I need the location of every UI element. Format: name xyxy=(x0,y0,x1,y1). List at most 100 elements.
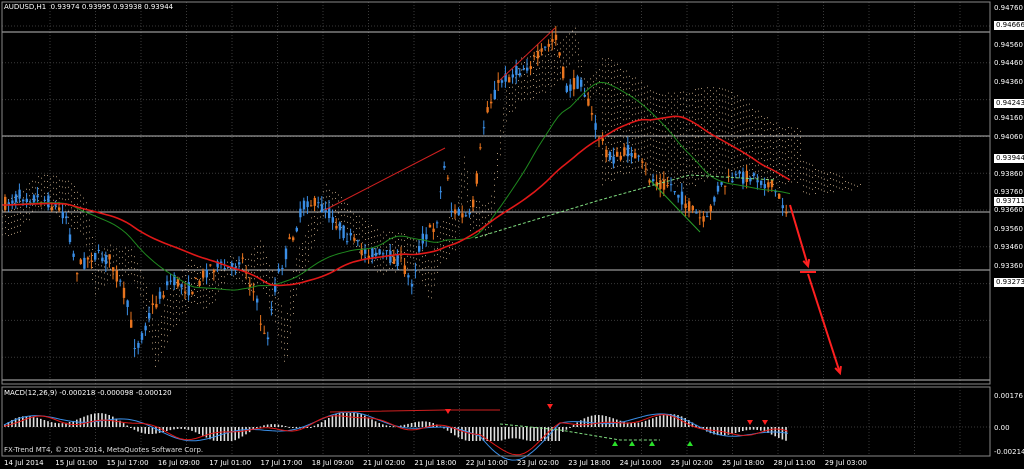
cloud-dot xyxy=(713,129,714,131)
cloud-dot xyxy=(68,222,69,224)
macd-bar xyxy=(90,414,92,427)
horizontal-levels[interactable] xyxy=(2,31,990,381)
forecast-arrows[interactable] xyxy=(789,204,842,376)
cloud-dot xyxy=(659,171,660,173)
cloud-dot xyxy=(272,306,273,308)
cloud-dot xyxy=(605,119,606,121)
price-chart[interactable] xyxy=(0,0,1024,469)
macd-bar xyxy=(320,422,323,427)
cloud-dot xyxy=(800,172,801,174)
cloud-dot xyxy=(314,234,315,236)
cloud-dot xyxy=(173,319,174,321)
macd-bar xyxy=(562,427,564,432)
cloud-dot xyxy=(695,95,696,97)
cloud-dot xyxy=(83,221,84,223)
cloud-dot xyxy=(398,238,399,240)
cloud-dot xyxy=(17,219,18,221)
cloud-dot xyxy=(191,271,192,273)
macd-bar xyxy=(482,427,485,441)
candle-body xyxy=(580,79,583,87)
cloud-dot xyxy=(689,177,690,179)
cloud-dot xyxy=(176,312,177,314)
cloud-dot xyxy=(731,109,732,111)
macd-bar xyxy=(511,427,514,439)
cloud-dot xyxy=(65,181,66,183)
cloud-dot xyxy=(470,224,471,226)
cloud-dot xyxy=(230,274,231,276)
cloud-dot xyxy=(254,278,255,280)
cloud-dot xyxy=(173,301,174,303)
ohlc-values: 0.93974 0.93995 0.93938 0.93944 xyxy=(50,3,174,11)
cloud-dot xyxy=(413,245,414,247)
macd-bar xyxy=(760,427,762,431)
cloud-dot xyxy=(14,202,15,204)
cloud-dot xyxy=(731,157,732,159)
cloud-dot xyxy=(608,142,609,144)
cloud-dot xyxy=(764,130,765,132)
cloud-dot xyxy=(800,136,801,138)
cloud-dot xyxy=(122,256,123,258)
cloud-dot xyxy=(281,311,282,313)
cloud-dot xyxy=(209,303,210,305)
time-tick: 28 Jul 11:00 xyxy=(773,459,816,467)
cloud-dot xyxy=(173,307,174,309)
cloud-dot xyxy=(698,160,699,162)
cloud-dot xyxy=(680,140,681,142)
cloud-dot xyxy=(200,290,201,292)
cloud-dot xyxy=(524,92,525,94)
cloud-dot xyxy=(797,133,798,135)
cloud-dot xyxy=(695,125,696,127)
cloud-dot xyxy=(683,127,684,129)
cloud-dot xyxy=(815,181,816,182)
macd-bar xyxy=(313,425,316,427)
candle-body xyxy=(223,268,226,270)
cloud-dot xyxy=(683,157,684,159)
cloud-dot xyxy=(830,178,831,179)
candle-body xyxy=(670,184,673,186)
cloud-dot xyxy=(623,89,624,91)
cloud-dot xyxy=(23,191,24,193)
macd-bar xyxy=(331,415,334,427)
cloud-dot xyxy=(476,206,477,208)
cloud-dot xyxy=(497,153,498,155)
cloud-dot xyxy=(743,129,744,131)
cloud-dot xyxy=(212,290,213,292)
cloud-dot xyxy=(35,181,36,183)
cloud-dot xyxy=(455,219,456,221)
trend-lines[interactable] xyxy=(324,27,701,233)
cloud-dot xyxy=(125,247,126,249)
cloud-dot xyxy=(689,147,690,149)
cloud-dot xyxy=(218,290,219,292)
macd-bar xyxy=(360,413,362,427)
cloud-dot xyxy=(716,156,717,158)
cloud-dot xyxy=(449,223,450,225)
cloud-dot xyxy=(629,129,630,131)
candle-body xyxy=(270,309,273,311)
cloud-dot xyxy=(491,207,492,209)
cloud-dot xyxy=(536,80,537,82)
cloud-dot xyxy=(386,270,387,272)
cloud-dot xyxy=(716,174,717,176)
cloud-dot xyxy=(626,166,627,168)
cloud-dot xyxy=(614,118,615,120)
cloud-dot xyxy=(374,230,375,232)
cloud-dot xyxy=(56,188,57,190)
cloud-dot xyxy=(200,296,201,298)
cloud-dot xyxy=(86,244,87,246)
cloud-dot xyxy=(440,226,441,228)
cloud-dot xyxy=(740,142,741,144)
cloud-dot xyxy=(347,203,348,205)
cloud-dot xyxy=(686,172,687,174)
macd-bar xyxy=(464,427,467,441)
cloud-dot xyxy=(632,126,633,128)
cloud-dot xyxy=(239,271,240,273)
cloud-dot xyxy=(710,156,711,158)
cloud-dot xyxy=(170,306,171,308)
candle-body xyxy=(169,280,172,282)
macd-bar xyxy=(50,422,53,427)
cloud-dot xyxy=(749,109,750,111)
cloud-dot xyxy=(614,154,615,156)
cloud-dot xyxy=(527,81,528,83)
cloud-dot xyxy=(479,201,480,203)
cloud-dot xyxy=(17,207,18,209)
